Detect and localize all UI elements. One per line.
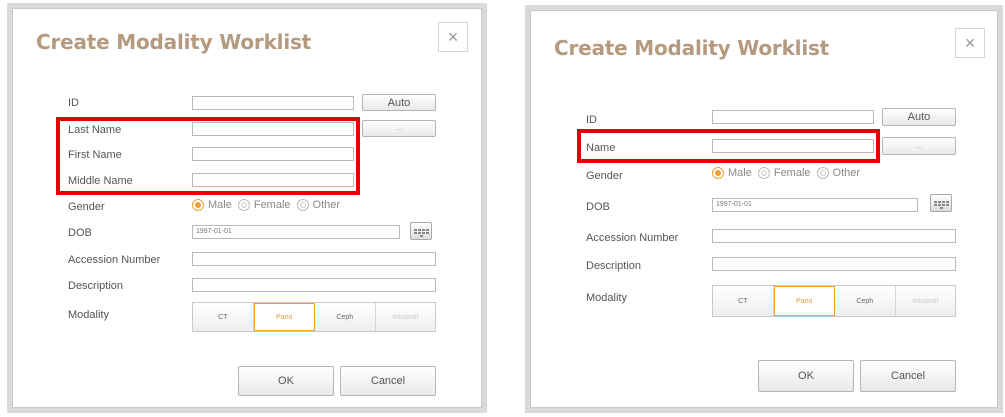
left-middle-name-input[interactable]: [192, 173, 354, 187]
radio-selected-icon: [192, 199, 204, 211]
right-modality-pano[interactable]: Pano: [773, 286, 835, 316]
left-gender-male-label: Male: [208, 199, 232, 211]
left-modality-selector: CT Pano Ceph Intraoral: [192, 302, 436, 332]
left-cancel-button[interactable]: Cancel: [340, 366, 436, 396]
right-modality-ct[interactable]: CT: [713, 286, 774, 316]
left-last-name-input[interactable]: [192, 122, 354, 136]
right-modality-ceph[interactable]: Ceph: [835, 286, 896, 316]
right-description-label: Description: [586, 260, 642, 272]
left-modality-intraoral: Intraoral: [375, 303, 435, 331]
right-modality-intraoral: Intraoral: [895, 286, 955, 316]
right-gender-female-label: Female: [773, 167, 811, 179]
left-modality-ceph[interactable]: Ceph: [315, 303, 376, 331]
radio-icon: [757, 167, 770, 179]
left-dob-label: DOB: [68, 227, 92, 239]
left-gender-female[interactable]: Female: [237, 199, 291, 211]
right-accession-label: Accession Number: [586, 232, 679, 244]
left-id-label: ID: [68, 97, 79, 109]
right-modality-label: Modality: [586, 292, 627, 304]
left-accession-input[interactable]: [192, 252, 436, 266]
left-more-button[interactable]: ...: [362, 120, 436, 137]
left-first-name-label: First Name: [68, 149, 122, 161]
left-gender-other-label: Other: [312, 199, 341, 211]
left-gender-female-label: Female: [253, 199, 291, 211]
left-gender-radio-group: Male Female Other: [192, 199, 346, 211]
close-icon: ×: [447, 26, 459, 47]
left-modality-pano[interactable]: Pano: [253, 303, 315, 331]
left-description-label: Description: [68, 280, 124, 292]
right-gender-other[interactable]: Other: [816, 167, 861, 179]
radio-icon: [296, 199, 309, 211]
right-gender-male[interactable]: Male: [712, 167, 752, 179]
right-description-input[interactable]: [712, 257, 956, 271]
right-id-input[interactable]: [712, 110, 874, 124]
right-more-button[interactable]: ...: [882, 137, 956, 155]
left-modality-label: Modality: [68, 309, 109, 321]
left-dialog-title: Create Modality Worklist: [36, 30, 312, 54]
right-gender-male-label: Male: [728, 167, 752, 179]
close-icon: ×: [964, 32, 976, 53]
right-name-input[interactable]: [712, 139, 874, 153]
left-calendar-icon[interactable]: [410, 222, 432, 240]
right-dob-label: DOB: [586, 201, 610, 213]
right-gender-label: Gender: [586, 170, 623, 182]
right-gender-radio-group: Male Female Other: [712, 167, 866, 179]
right-calendar-icon[interactable]: [930, 194, 952, 212]
right-close-button[interactable]: ×: [955, 28, 985, 58]
radio-icon: [816, 167, 829, 179]
left-id-input[interactable]: [192, 96, 354, 110]
right-auto-button[interactable]: Auto: [882, 108, 956, 126]
right-cancel-button[interactable]: Cancel: [860, 360, 956, 392]
left-ok-button[interactable]: OK: [238, 366, 334, 396]
right-name-label: Name: [586, 142, 616, 154]
left-dob-input[interactable]: 1997-01-01: [192, 225, 400, 239]
right-accession-input[interactable]: [712, 229, 956, 243]
right-gender-female[interactable]: Female: [757, 167, 811, 179]
left-close-button[interactable]: ×: [438, 22, 468, 52]
left-accession-label: Accession Number: [68, 254, 161, 266]
radio-icon: [237, 199, 250, 211]
right-dialog-title: Create Modality Worklist: [554, 36, 830, 60]
left-gender-other[interactable]: Other: [296, 199, 341, 211]
right-id-label: ID: [586, 114, 597, 126]
right-dob-input[interactable]: 1997-01-01: [712, 198, 918, 212]
radio-selected-icon: [712, 167, 724, 179]
left-gender-male[interactable]: Male: [192, 199, 232, 211]
right-ok-button[interactable]: OK: [758, 360, 854, 392]
left-gender-label: Gender: [68, 201, 105, 213]
right-gender-other-label: Other: [832, 167, 861, 179]
left-auto-button[interactable]: Auto: [362, 94, 436, 111]
left-middle-name-label: Middle Name: [68, 175, 133, 187]
right-modality-selector: CT Pano Ceph Intraoral: [712, 285, 956, 317]
left-last-name-label: Last Name: [68, 124, 122, 136]
left-description-input[interactable]: [192, 278, 436, 292]
left-first-name-input[interactable]: [192, 147, 354, 161]
left-modality-ct[interactable]: CT: [193, 303, 254, 331]
